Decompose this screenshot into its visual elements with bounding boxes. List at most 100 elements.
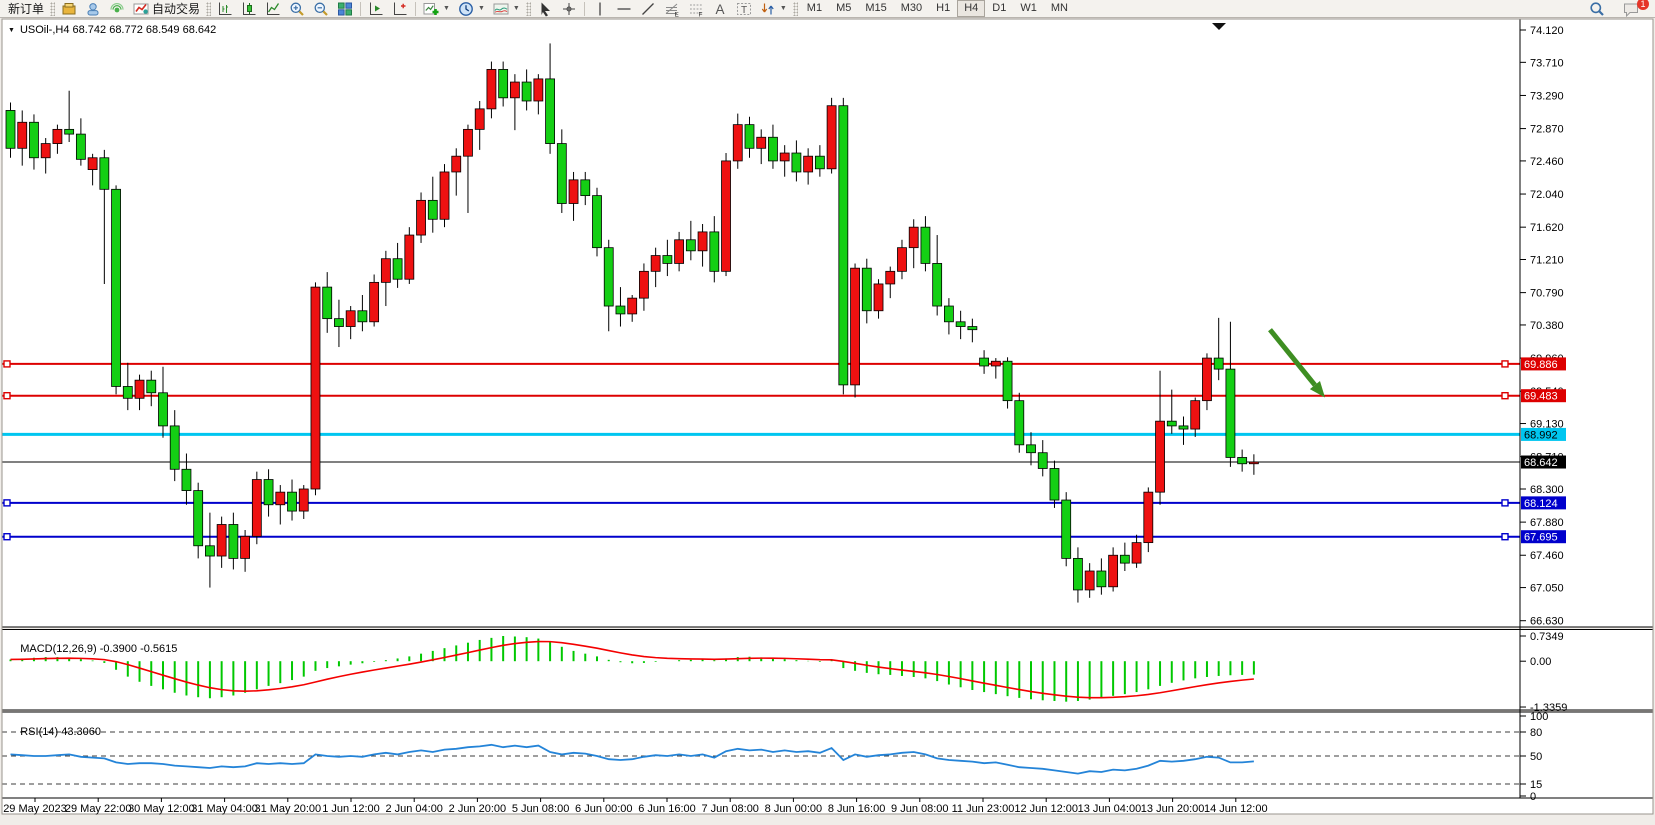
timeframe-button-d1[interactable]: D1: [985, 0, 1013, 17]
svg-text:66.630: 66.630: [1530, 616, 1564, 628]
fibonacci-icon[interactable]: E: [660, 0, 684, 17]
svg-text:A: A: [715, 2, 724, 17]
toolbar-separator: [584, 2, 585, 16]
horizontal-line-icon[interactable]: [612, 0, 636, 17]
svg-text:72.460: 72.460: [1530, 156, 1564, 168]
timeframe-button-h1[interactable]: H1: [929, 0, 957, 17]
svg-text:73.710: 73.710: [1530, 57, 1564, 69]
templates-icon: [493, 1, 509, 17]
svg-text:15: 15: [1530, 779, 1542, 791]
svg-text:67.050: 67.050: [1530, 583, 1564, 595]
periods-icon[interactable]: ▼: [454, 0, 489, 17]
chart-menu-triangle-icon[interactable]: ▼: [8, 27, 15, 34]
toolbar-separator: [415, 2, 416, 16]
chart-canvas[interactable]: 74.12073.71073.29072.87072.46072.04071.6…: [0, 0, 1655, 825]
timeframe-button-m5[interactable]: M5: [829, 0, 858, 17]
svg-text:68.300: 68.300: [1530, 484, 1564, 496]
line-chart-icon: [265, 1, 281, 17]
line-chart-icon[interactable]: [261, 0, 285, 17]
arrows-icon[interactable]: ▼: [756, 0, 791, 17]
timeframe-button-w1[interactable]: W1: [1013, 0, 1044, 17]
crosshair-icon: [561, 1, 577, 17]
text-icon: A: [712, 1, 728, 17]
toolbar-drag-handle[interactable]: [206, 2, 211, 16]
svg-text:72.040: 72.040: [1530, 189, 1564, 201]
add-indicator-icon: [423, 1, 439, 17]
auto-scroll-icon: [392, 1, 408, 17]
market-watch-icon[interactable]: [81, 0, 105, 17]
dropdown-caret-icon: ▼: [443, 5, 450, 12]
svg-text:68.124: 68.124: [1524, 498, 1558, 510]
auto-trading-button[interactable]: 自动交易: [129, 0, 204, 17]
new-order-button[interactable]: 新订单: [4, 0, 48, 17]
vertical-line-icon[interactable]: [588, 0, 612, 17]
templates-icon[interactable]: ▼: [489, 0, 524, 17]
timeframe-button-mn[interactable]: MN: [1044, 0, 1075, 17]
channel-icon: F: [688, 1, 704, 17]
cursor-icon: [537, 1, 553, 17]
toolbar-drag-handle[interactable]: [50, 2, 55, 16]
history-center-icon[interactable]: [57, 0, 81, 17]
vertical-line-icon: [592, 1, 608, 17]
trendline-icon[interactable]: [636, 0, 660, 17]
chat-button[interactable]: 1: [1619, 0, 1643, 17]
channel-icon[interactable]: F: [684, 0, 708, 17]
chat-notification-badge: 1: [1637, 0, 1649, 10]
dropdown-caret-icon: ▼: [513, 5, 520, 12]
signals-icon: [109, 1, 125, 17]
timeframe-button-h4[interactable]: H4: [957, 0, 985, 17]
bar-chart-icon[interactable]: [213, 0, 237, 17]
cursor-icon[interactable]: [533, 0, 557, 17]
toolbar-drag-handle[interactable]: [526, 2, 531, 16]
toolbar-drag-handle[interactable]: [793, 2, 798, 16]
signals-icon[interactable]: [105, 0, 129, 17]
text-label-icon[interactable]: T: [732, 0, 756, 17]
svg-text:68.992: 68.992: [1524, 429, 1558, 441]
crosshair-icon[interactable]: [557, 0, 581, 17]
dropdown-caret-icon: ▼: [780, 5, 787, 12]
candlestick-chart-icon[interactable]: [237, 0, 261, 17]
chart-shift-icon[interactable]: [364, 0, 388, 17]
tile-windows-icon[interactable]: [333, 0, 357, 17]
add-indicator-icon[interactable]: ▼: [419, 0, 454, 17]
svg-text:29 May 2023: 29 May 2023: [3, 803, 67, 815]
svg-text:8 Jun 16:00: 8 Jun 16:00: [828, 803, 886, 815]
text-icon[interactable]: A: [708, 0, 732, 17]
timeframe-button-m30[interactable]: M30: [894, 0, 929, 17]
main-toolbar: 新订单 自动交易 ▼ ▼ ▼ E F AT ▼ M1M5M15M30H1H4D1W1MN 1: [0, 0, 1655, 18]
svg-text:0.00: 0.00: [1530, 656, 1551, 668]
auto-scroll-icon[interactable]: [388, 0, 412, 17]
search-button[interactable]: [1585, 0, 1609, 17]
svg-text:E: E: [674, 11, 679, 17]
svg-text:2 Jun 20:00: 2 Jun 20:00: [449, 803, 507, 815]
timeframe-button-m15[interactable]: M15: [858, 0, 893, 17]
zoom-in-icon[interactable]: [285, 0, 309, 17]
chart-title: ▼ USOil-,H4 68.742 68.772 68.549 68.642: [8, 24, 216, 36]
svg-text:68.642: 68.642: [1524, 457, 1558, 469]
tile-windows-icon: [337, 1, 353, 17]
timeframe-button-m1[interactable]: M1: [800, 0, 829, 17]
svg-text:31 May 20:00: 31 May 20:00: [254, 803, 321, 815]
svg-text:9 Jun 08:00: 9 Jun 08:00: [891, 803, 949, 815]
svg-text:13 Jun 04:00: 13 Jun 04:00: [1078, 803, 1142, 815]
toolbar-separator: [360, 2, 361, 16]
svg-text:31 May 04:00: 31 May 04:00: [191, 803, 258, 815]
svg-text:50: 50: [1530, 751, 1542, 763]
zoom-out-icon[interactable]: [309, 0, 333, 17]
svg-text:70.790: 70.790: [1530, 288, 1564, 300]
svg-text:100: 100: [1530, 711, 1548, 723]
svg-text:11 Jun 23:00: 11 Jun 23:00: [952, 803, 1015, 815]
macd-indicator-label: MACD(12,26,9) -0.3900 -0.5615: [8, 631, 177, 667]
svg-text:0.7349: 0.7349: [1530, 631, 1564, 643]
svg-text:8 Jun 00:00: 8 Jun 00:00: [765, 803, 823, 815]
arrows-icon: [760, 1, 776, 17]
zoom-out-icon: [313, 1, 329, 17]
dropdown-caret-icon: ▼: [478, 5, 485, 12]
svg-text:67.695: 67.695: [1524, 532, 1558, 544]
svg-text:71.210: 71.210: [1530, 254, 1564, 266]
svg-text:F: F: [698, 11, 702, 17]
svg-text:12 Jun 12:00: 12 Jun 12:00: [1014, 803, 1078, 815]
search-icon: [1589, 1, 1605, 17]
svg-text:29 May 22:00: 29 May 22:00: [65, 803, 132, 815]
svg-text:71.620: 71.620: [1530, 222, 1564, 234]
